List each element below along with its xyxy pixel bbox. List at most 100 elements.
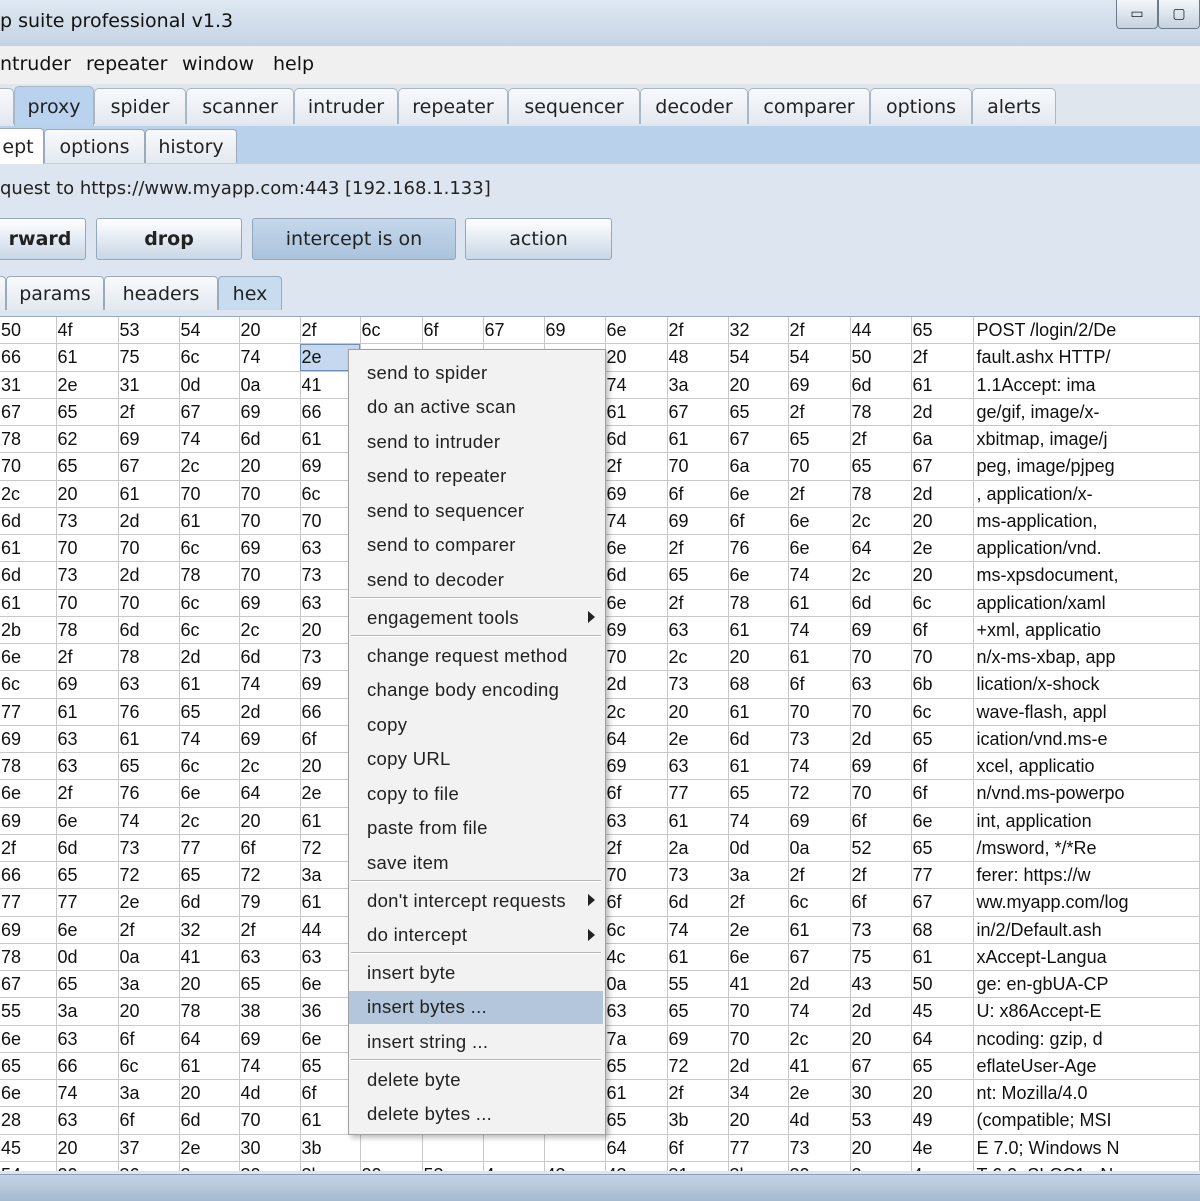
hex-cell[interactable]: 54: [728, 343, 789, 372]
hex-cell[interactable]: [483, 1134, 545, 1162]
ascii-cell[interactable]: ication/vnd.ms-e: [972, 725, 1200, 754]
ascii-cell[interactable]: application/xaml: [972, 589, 1200, 617]
hex-cell[interactable]: 20: [850, 1134, 912, 1162]
hex-cell[interactable]: 73: [667, 861, 729, 890]
tab-spider[interactable]: spider: [94, 88, 186, 124]
hex-cell[interactable]: 41: [179, 943, 240, 972]
hex-cell[interactable]: 6f: [911, 616, 974, 645]
hex-cell[interactable]: 78: [179, 997, 240, 1026]
hex-cell[interactable]: 6a: [728, 452, 789, 481]
hex-cell[interactable]: 6e: [0, 779, 57, 808]
hex-cell[interactable]: [360, 1134, 423, 1162]
maximize-button[interactable]: ▢: [1158, 0, 1200, 29]
hex-cell[interactable]: 20: [56, 480, 119, 508]
menu-item-insert-bytes[interactable]: insert bytes ...: [349, 990, 603, 1024]
hex-cell[interactable]: 30: [850, 1079, 912, 1108]
hex-cell[interactable]: 69: [0, 916, 57, 944]
hex-cell[interactable]: 2f: [667, 1079, 729, 1108]
hex-cell[interactable]: 6b: [911, 670, 974, 699]
hex-cell[interactable]: 6e: [0, 1079, 57, 1108]
hex-cell[interactable]: 61: [56, 343, 119, 372]
hex-cell[interactable]: 6f: [118, 1106, 180, 1135]
hex-cell[interactable]: 30: [239, 1161, 301, 1171]
hex-cell[interactable]: 2f: [788, 398, 851, 427]
hex-cell[interactable]: 70: [850, 698, 912, 726]
hex-cell[interactable]: 45: [911, 997, 974, 1026]
ascii-cell[interactable]: application/vnd.: [972, 534, 1200, 563]
hex-cell[interactable]: 20: [56, 1161, 119, 1171]
hex-cell[interactable]: 63: [118, 670, 180, 699]
hex-cell[interactable]: 6f: [667, 480, 729, 508]
hex-cell[interactable]: 67: [850, 1052, 912, 1081]
hex-cell[interactable]: 2e: [179, 1134, 240, 1162]
hex-cell[interactable]: 2f: [56, 779, 119, 808]
hex-cell[interactable]: 2d: [850, 997, 912, 1026]
hex-cell[interactable]: 63: [56, 1106, 119, 1135]
hex-cell[interactable]: 0d: [179, 371, 240, 399]
hex-cell[interactable]: 61: [788, 643, 851, 672]
hex-cell[interactable]: 69: [239, 398, 301, 427]
hex-cell[interactable]: 0a: [118, 943, 180, 972]
hex-cell[interactable]: 3a: [56, 997, 119, 1026]
ascii-cell[interactable]: POST /login/2/De: [972, 317, 1200, 345]
hex-cell[interactable]: 20: [911, 561, 974, 590]
hex-cell[interactable]: 70: [788, 698, 851, 726]
hex-cell[interactable]: 49: [911, 1106, 974, 1135]
hex-cell[interactable]: 74: [788, 616, 851, 645]
hex-cell[interactable]: 67: [483, 317, 545, 345]
hex-cell[interactable]: 69: [544, 317, 606, 345]
hex-cell[interactable]: 67: [788, 943, 851, 972]
hex-cell[interactable]: 61: [179, 507, 240, 536]
hex-cell[interactable]: 61: [179, 670, 240, 699]
hex-cell[interactable]: 67: [911, 452, 974, 481]
menu-item-delete-byte[interactable]: delete byte: [349, 1063, 603, 1096]
hex-cell[interactable]: 6f: [605, 888, 668, 917]
hex-cell[interactable]: 61: [118, 725, 180, 754]
hex-cell[interactable]: 73: [667, 670, 729, 699]
tab-sequencer[interactable]: sequencer: [508, 88, 640, 124]
hex-cell[interactable]: 72: [239, 861, 301, 890]
hex-cell[interactable]: 6d: [239, 425, 301, 454]
hex-cell[interactable]: 69: [788, 371, 851, 399]
hex-cell[interactable]: 2d: [239, 698, 301, 726]
hex-cell[interactable]: 74: [56, 1079, 119, 1108]
hex-cell[interactable]: 63: [239, 943, 301, 972]
hex-cell[interactable]: 78: [0, 425, 57, 454]
hex-cell[interactable]: 65: [911, 317, 974, 345]
hex-cell[interactable]: 66: [56, 1052, 119, 1081]
hex-cell[interactable]: 6d: [667, 888, 729, 917]
ascii-cell[interactable]: (compatible; MSI: [972, 1106, 1200, 1135]
ascii-cell[interactable]: ms-xpsdocument,: [972, 561, 1200, 590]
hex-cell[interactable]: 6c: [360, 317, 423, 345]
hex-cell[interactable]: 2d: [911, 480, 974, 508]
hex-cell[interactable]: 62: [56, 425, 119, 454]
hex-cell[interactable]: 70: [56, 534, 119, 563]
hex-cell[interactable]: 74: [179, 725, 240, 754]
hex-cell[interactable]: 20: [239, 317, 301, 345]
hex-cell[interactable]: 55: [0, 997, 57, 1026]
hex-cell[interactable]: 3b: [728, 1161, 789, 1171]
hex-cell[interactable]: 6e: [788, 507, 851, 536]
hex-cell[interactable]: 7a: [605, 1025, 668, 1053]
hex-cell[interactable]: 2d: [911, 398, 974, 427]
hex-cell[interactable]: 73: [850, 916, 912, 944]
hex-cell[interactable]: 2f: [239, 916, 301, 944]
hex-cell[interactable]: 2c: [850, 561, 912, 590]
hex-cell[interactable]: 2f: [850, 425, 912, 454]
hex-cell[interactable]: 61: [179, 1052, 240, 1081]
minimize-button[interactable]: ▭: [1116, 0, 1158, 29]
hex-cell[interactable]: 6f: [239, 834, 301, 863]
hex-cell[interactable]: 3b: [667, 1106, 729, 1135]
hex-cell[interactable]: 2f: [118, 916, 180, 944]
hex-cell[interactable]: 3a: [667, 371, 729, 399]
hex-cell[interactable]: 20: [360, 1161, 423, 1171]
hex-cell[interactable]: 68: [728, 670, 789, 699]
hex-cell[interactable]: 2d: [728, 1052, 789, 1081]
hex-cell[interactable]: 53: [422, 1161, 484, 1171]
hex-cell[interactable]: 6f: [667, 1134, 729, 1162]
hex-cell[interactable]: 55: [667, 970, 729, 999]
hex-cell[interactable]: 78: [850, 480, 912, 508]
hex-cell[interactable]: 67: [911, 888, 974, 917]
ascii-cell[interactable]: xcel, applicatio: [972, 752, 1200, 781]
hex-cell[interactable]: 67: [728, 425, 789, 454]
